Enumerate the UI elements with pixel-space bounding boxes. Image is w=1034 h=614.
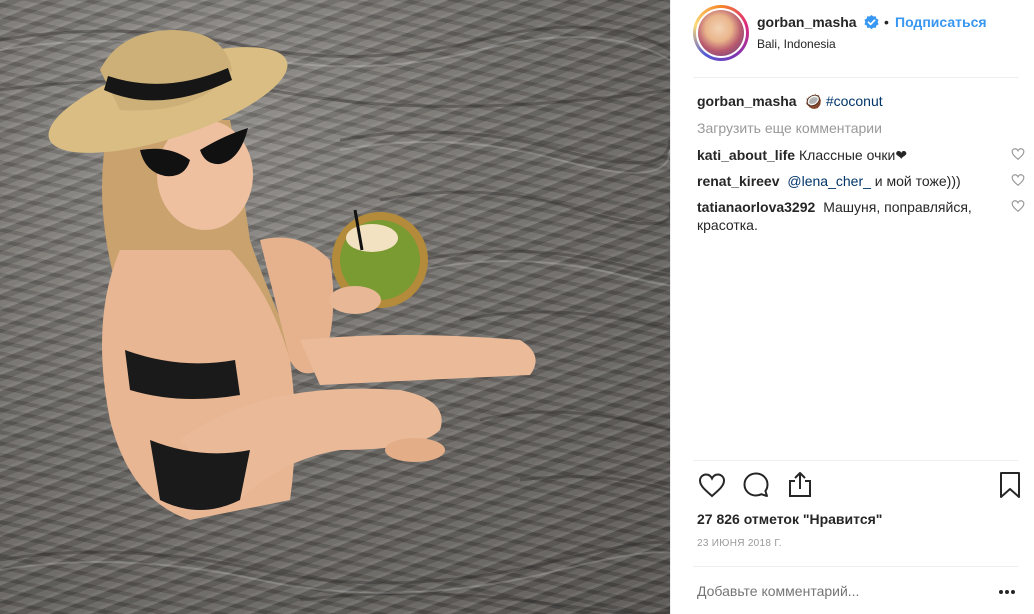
add-comment-input[interactable] — [697, 583, 977, 599]
comment-mention[interactable]: @lena_cher_ — [787, 173, 871, 189]
verified-badge-icon — [864, 15, 879, 30]
comment-like-heart-icon[interactable] — [1011, 199, 1025, 213]
caption-emoji: 🥥 — [804, 93, 822, 109]
actions-divider — [693, 460, 1018, 461]
post-header: gorban_masha • Подписаться Bali, Indones… — [671, 0, 1034, 78]
comment-username[interactable]: tatianaorlova3292 — [697, 199, 815, 215]
avatar-border — [696, 8, 746, 58]
avatar-image — [698, 10, 744, 56]
share-icon[interactable] — [785, 470, 815, 500]
caption-username[interactable]: gorban_masha — [697, 93, 797, 109]
comment-icon[interactable] — [741, 470, 771, 500]
bookmark-icon[interactable] — [995, 470, 1025, 500]
header-divider — [693, 77, 1019, 78]
comment-text: Классные очки — [799, 147, 896, 163]
location-link[interactable]: Bali, Indonesia — [757, 37, 836, 51]
comment-heart-emoji: ❤ — [895, 147, 908, 163]
post-photo[interactable] — [0, 0, 670, 614]
comment-text: и мой тоже))) — [874, 173, 961, 189]
post-actions — [697, 470, 1027, 502]
load-more-comments-button[interactable]: Загрузить еще комментарии — [697, 120, 1027, 136]
heart-icon[interactable] — [697, 470, 727, 500]
photo-illustration — [0, 25, 670, 614]
post-date[interactable]: 23 ИЮНЯ 2018 Г. — [697, 538, 782, 549]
likes-count[interactable]: 27 826 отметок "Нравится" — [697, 511, 882, 527]
separator-dot: • — [884, 14, 889, 30]
caption-hashtag[interactable]: #coconut — [826, 93, 883, 109]
avatar[interactable] — [693, 5, 749, 61]
header-username[interactable]: gorban_masha — [757, 14, 857, 30]
add-comment-divider — [693, 566, 1018, 567]
comment-like-heart-icon[interactable] — [1011, 173, 1025, 187]
comment-item: tatianaorlova3292 Машуня, поправляйся, к… — [697, 198, 1027, 234]
comment-item: kati_about_life Классные очки❤ — [697, 146, 1027, 164]
comments-list: gorban_masha 🥥 #coconut Загрузить еще ко… — [697, 92, 1027, 242]
comment-like-heart-icon[interactable] — [1011, 147, 1025, 161]
comment-username[interactable]: renat_kireev — [697, 173, 780, 189]
post-sidebar: gorban_masha • Подписаться Bali, Indones… — [670, 0, 1034, 614]
more-options-icon[interactable] — [997, 585, 1017, 599]
follow-button[interactable]: Подписаться — [895, 14, 987, 30]
comment-username[interactable]: kati_about_life — [697, 147, 795, 163]
caption: gorban_masha 🥥 #coconut — [697, 92, 1027, 110]
comment-item: renat_kireev @lena_cher_ и мой тоже))) — [697, 172, 1027, 190]
